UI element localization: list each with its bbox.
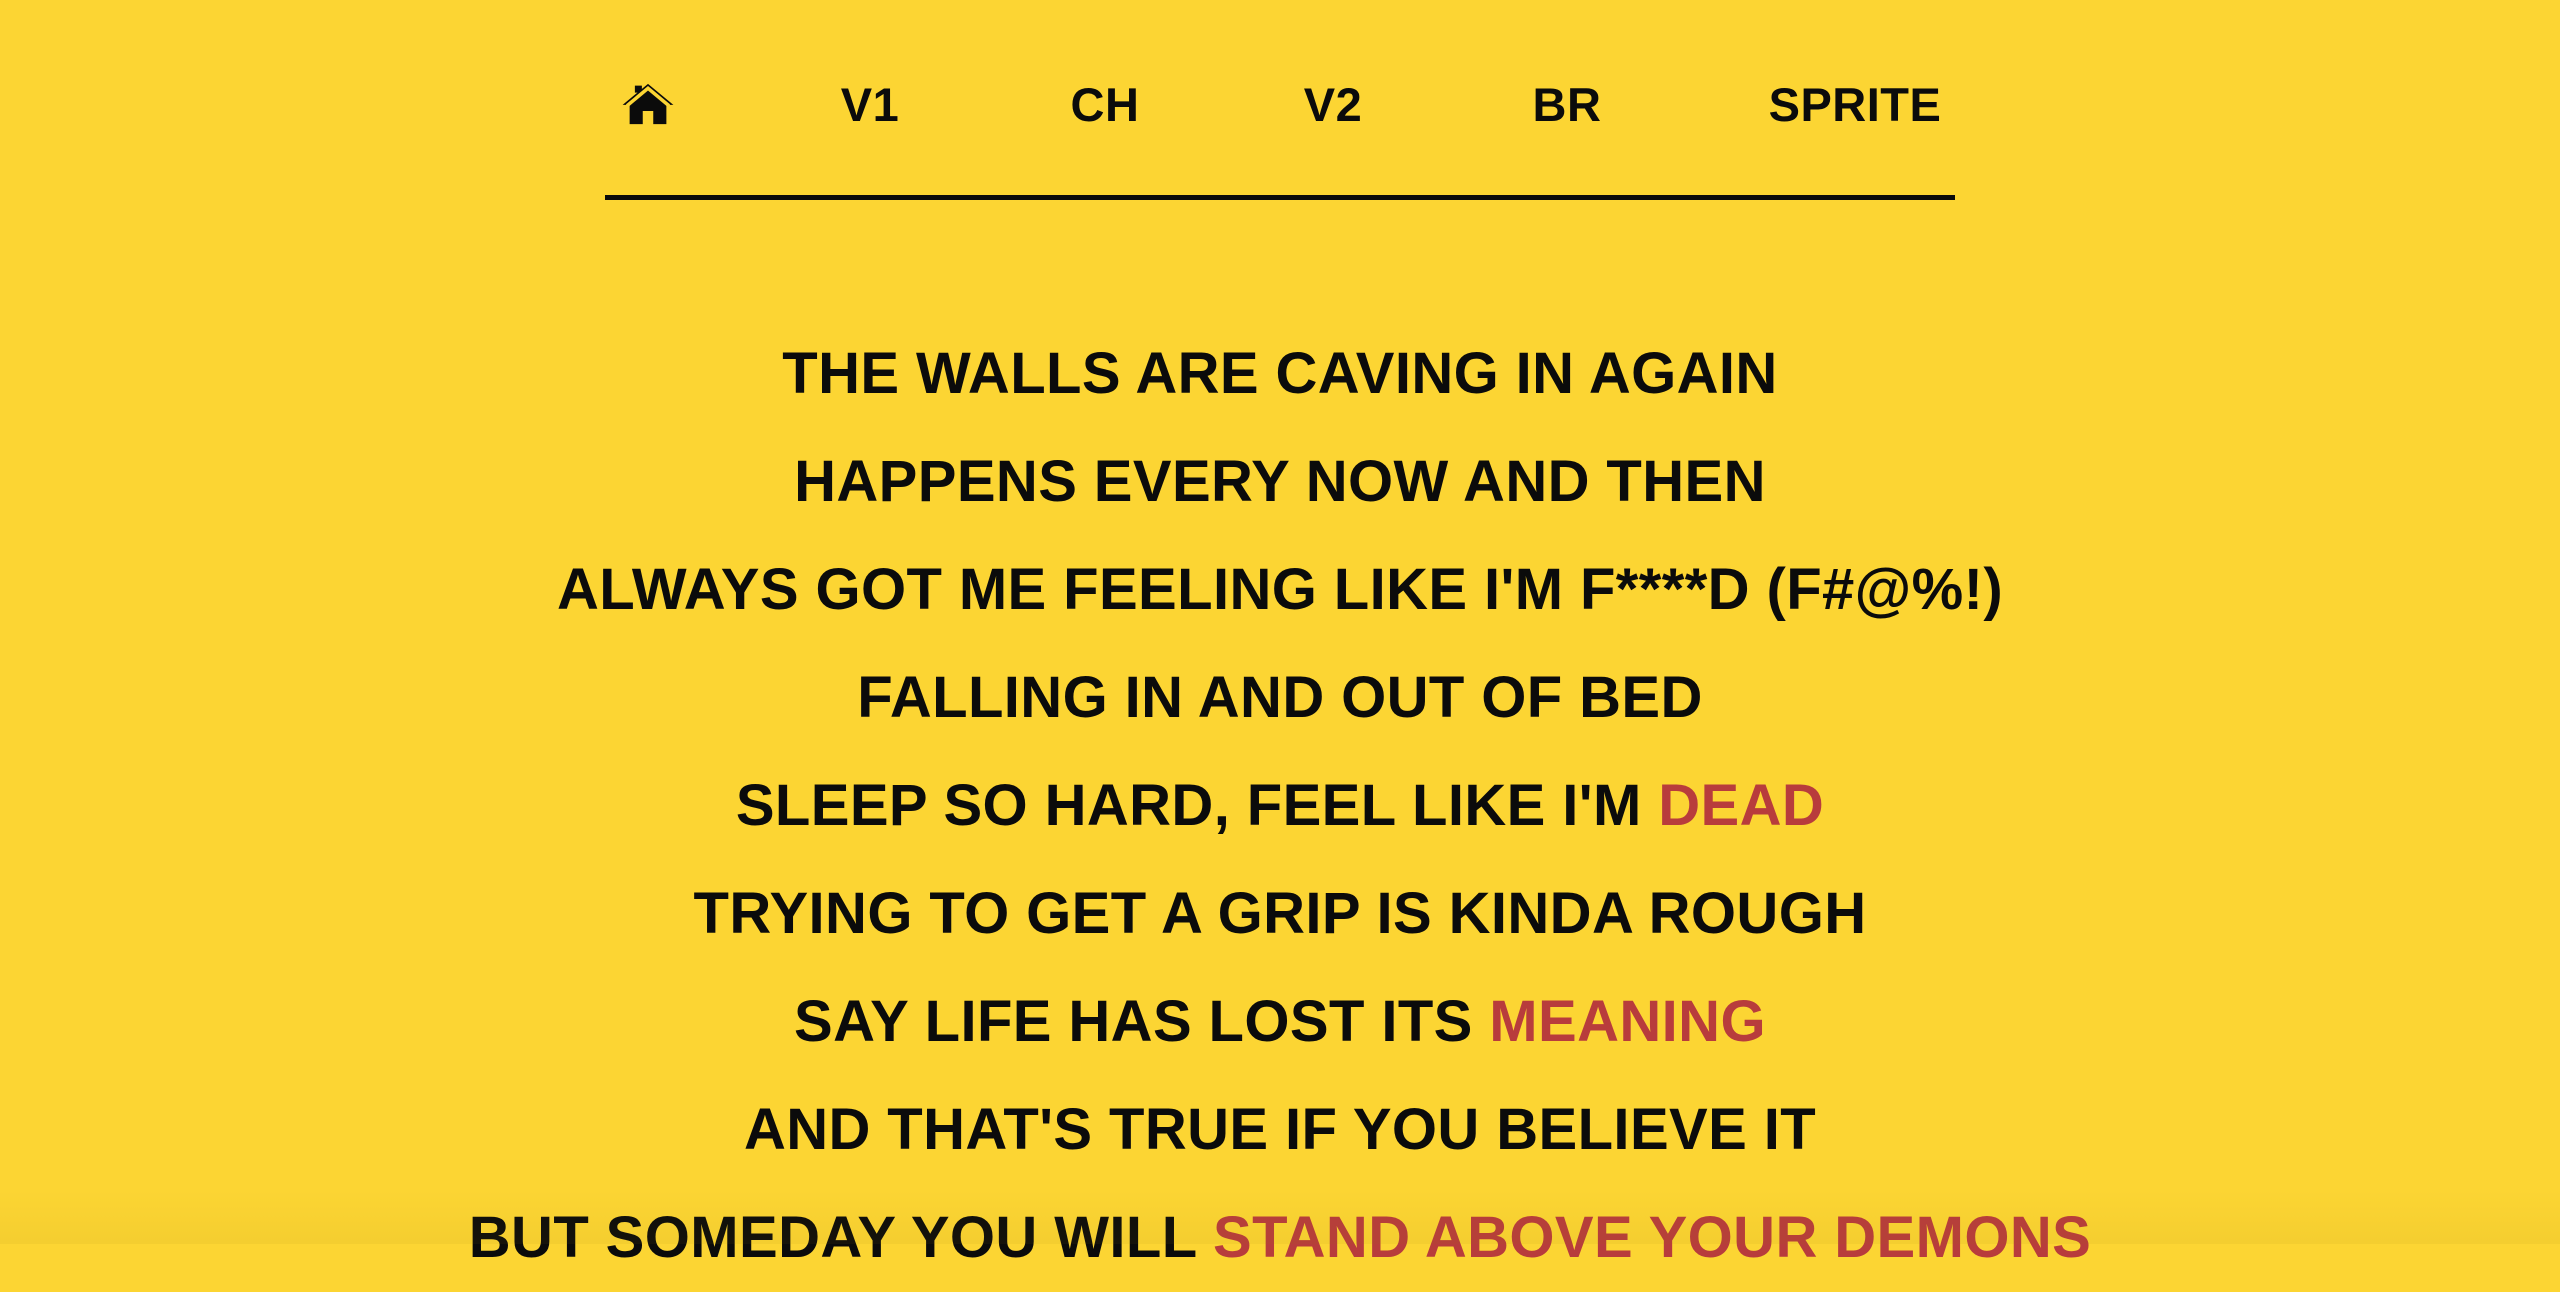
lyric-line: ALWAYS GOT ME FEELING LIKE I'M F****D (F… (0, 536, 2560, 644)
lyric-line: SLEEP SO HARD, FEEL LIKE I'M DEAD (0, 752, 2560, 860)
lyric-text: TRYING TO GET A GRIP IS KINDA ROUGH (693, 881, 1867, 946)
nav-item-v1[interactable]: V1 (835, 72, 905, 136)
home-icon (620, 81, 676, 127)
lyric-text: BUT SOMEDAY YOU WILL (468, 1205, 1214, 1270)
lyric-line: AND THAT'S TRUE IF YOU BELIEVE IT (0, 1076, 2560, 1184)
lyric-highlight: DEAD (1658, 773, 1825, 838)
lyric-text: HAPPENS EVERY NOW AND THEN (794, 449, 1766, 514)
lyrics-page: V1 CH V2 BR SPRITE THE WALLS ARE CAVING … (0, 0, 2560, 1270)
lyric-line: THE WALLS ARE CAVING IN AGAIN (0, 320, 2560, 428)
lyric-text: FALLING IN AND OUT OF BED (857, 665, 1703, 730)
lyric-text: THE WALLS ARE CAVING IN AGAIN (782, 341, 1778, 406)
lyric-highlight: MEANING (1489, 989, 1766, 1054)
nav-item-br[interactable]: BR (1527, 72, 1607, 136)
lyrics-body: THE WALLS ARE CAVING IN AGAIN HAPPENS EV… (0, 320, 2560, 1292)
nav-item-ch[interactable]: CH (1062, 72, 1148, 136)
nav-divider (605, 195, 1955, 200)
song-section-nav: V1 CH V2 BR SPRITE (605, 72, 1955, 200)
lyric-text: ALWAYS GOT ME FEELING LIKE I'M F****D (F… (556, 557, 2004, 622)
home-button[interactable] (615, 72, 680, 136)
lyric-line: SAY LIFE HAS LOST ITS MEANING (0, 968, 2560, 1076)
lyric-text: SLEEP SO HARD, FEEL LIKE I'M (735, 773, 1659, 838)
lyric-text: AND THAT'S TRUE IF YOU BELIEVE IT (743, 1097, 1817, 1162)
nav-item-sprite[interactable]: SPRITE (1765, 72, 1945, 136)
lyric-line: HAPPENS EVERY NOW AND THEN (0, 428, 2560, 536)
lyric-text: SAY LIFE HAS LOST ITS (794, 989, 1490, 1054)
nav-item-v2[interactable]: V2 (1295, 72, 1371, 136)
lyric-line: BUT SOMEDAY YOU WILL STAND ABOVE YOUR DE… (0, 1184, 2560, 1292)
lyric-line: FALLING IN AND OUT OF BED (0, 644, 2560, 752)
lyric-highlight: STAND ABOVE YOUR DEMONS (1213, 1205, 2092, 1270)
lyric-line: TRYING TO GET A GRIP IS KINDA ROUGH (0, 860, 2560, 968)
